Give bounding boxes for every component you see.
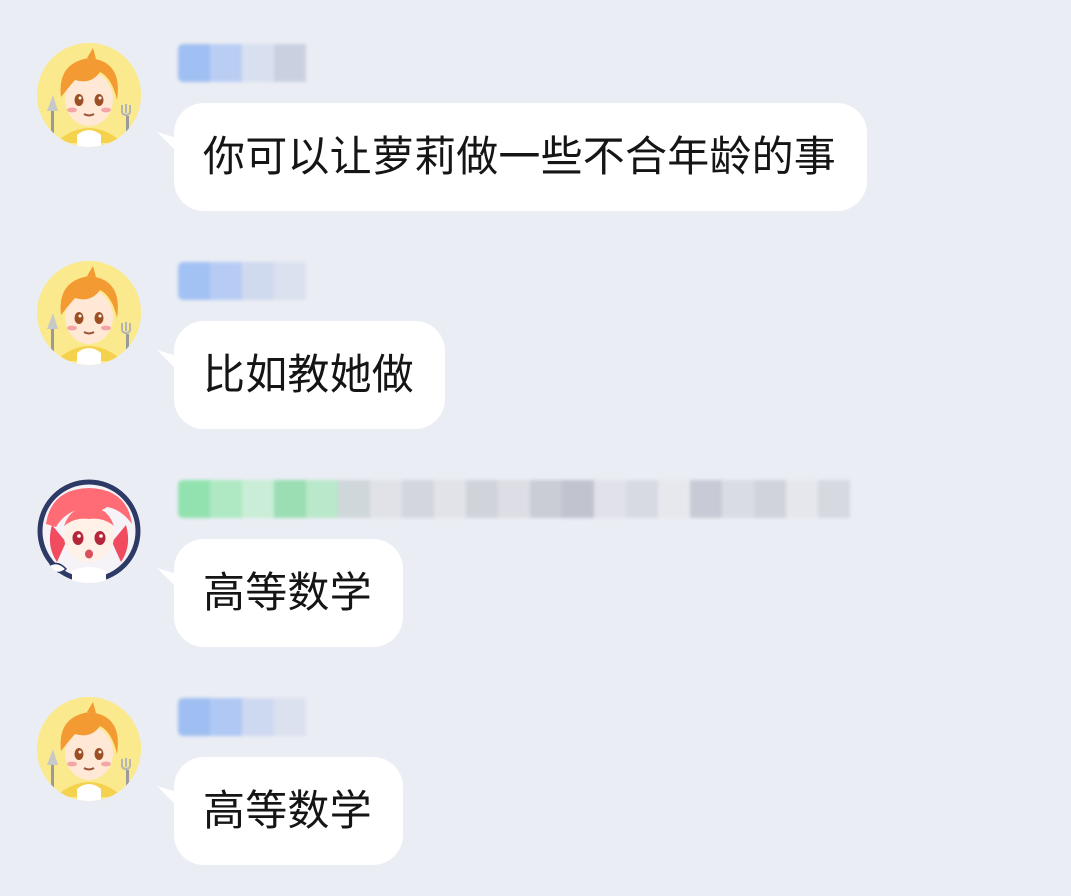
redaction-pixel — [178, 480, 210, 518]
redaction-pixel — [210, 480, 242, 518]
chat-message: 高等数学 — [0, 436, 1071, 656]
redaction-pixel — [274, 698, 306, 736]
redaction-pixel — [210, 262, 242, 300]
redaction-pixel — [178, 44, 210, 82]
red-haired-girl-avatar-icon[interactable] — [37, 479, 141, 583]
redaction-pixel — [722, 480, 754, 518]
sender-name-redacted[interactable] — [178, 44, 318, 82]
redaction-pixel — [818, 480, 850, 518]
chat-message: 高等数学 — [0, 654, 1071, 874]
redaction-pixel — [274, 44, 306, 82]
redaction-pixel — [306, 480, 338, 518]
redaction-pixel — [210, 698, 242, 736]
redaction-pixel — [178, 262, 210, 300]
chat-message-list: 你可以让萝莉做一些不合年龄的事 比如教她做 高等数学 高等数学 — [0, 0, 1071, 896]
orange-haired-boy-avatar-icon[interactable] — [37, 697, 141, 801]
message-bubble[interactable]: 高等数学 — [174, 539, 403, 647]
redaction-pixel — [530, 480, 562, 518]
redaction-pixel — [466, 480, 498, 518]
redaction-pixel — [786, 480, 818, 518]
redaction-pixel — [402, 480, 434, 518]
redaction-pixel — [274, 480, 306, 518]
redaction-pixel — [562, 480, 594, 518]
redaction-pixel — [658, 480, 690, 518]
sender-name-redacted[interactable] — [178, 262, 318, 300]
redaction-pixel — [242, 698, 274, 736]
redaction-pixel — [210, 44, 242, 82]
redaction-pixel — [498, 480, 530, 518]
redaction-pixel — [626, 480, 658, 518]
message-bubble[interactable]: 比如教她做 — [174, 321, 446, 429]
redaction-pixel — [690, 480, 722, 518]
message-bubble[interactable]: 高等数学 — [174, 757, 403, 865]
orange-haired-boy-avatar-icon[interactable] — [37, 261, 141, 365]
redaction-pixel — [370, 480, 402, 518]
sender-name-redacted[interactable] — [178, 698, 318, 736]
orange-haired-boy-avatar-icon[interactable] — [37, 43, 141, 147]
redaction-pixel — [434, 480, 466, 518]
chat-message: 你可以让萝莉做一些不合年龄的事 — [0, 0, 1071, 220]
redaction-pixel — [242, 44, 274, 82]
message-bubble[interactable]: 你可以让萝莉做一些不合年龄的事 — [174, 103, 868, 211]
redaction-pixel — [178, 698, 210, 736]
redaction-pixel — [338, 480, 370, 518]
chat-message: 比如教她做 — [0, 218, 1071, 438]
redaction-pixel — [594, 480, 626, 518]
sender-name-redacted[interactable] — [178, 480, 874, 518]
redaction-pixel — [274, 262, 306, 300]
redaction-pixel — [242, 480, 274, 518]
redaction-pixel — [754, 480, 786, 518]
redaction-pixel — [242, 262, 274, 300]
